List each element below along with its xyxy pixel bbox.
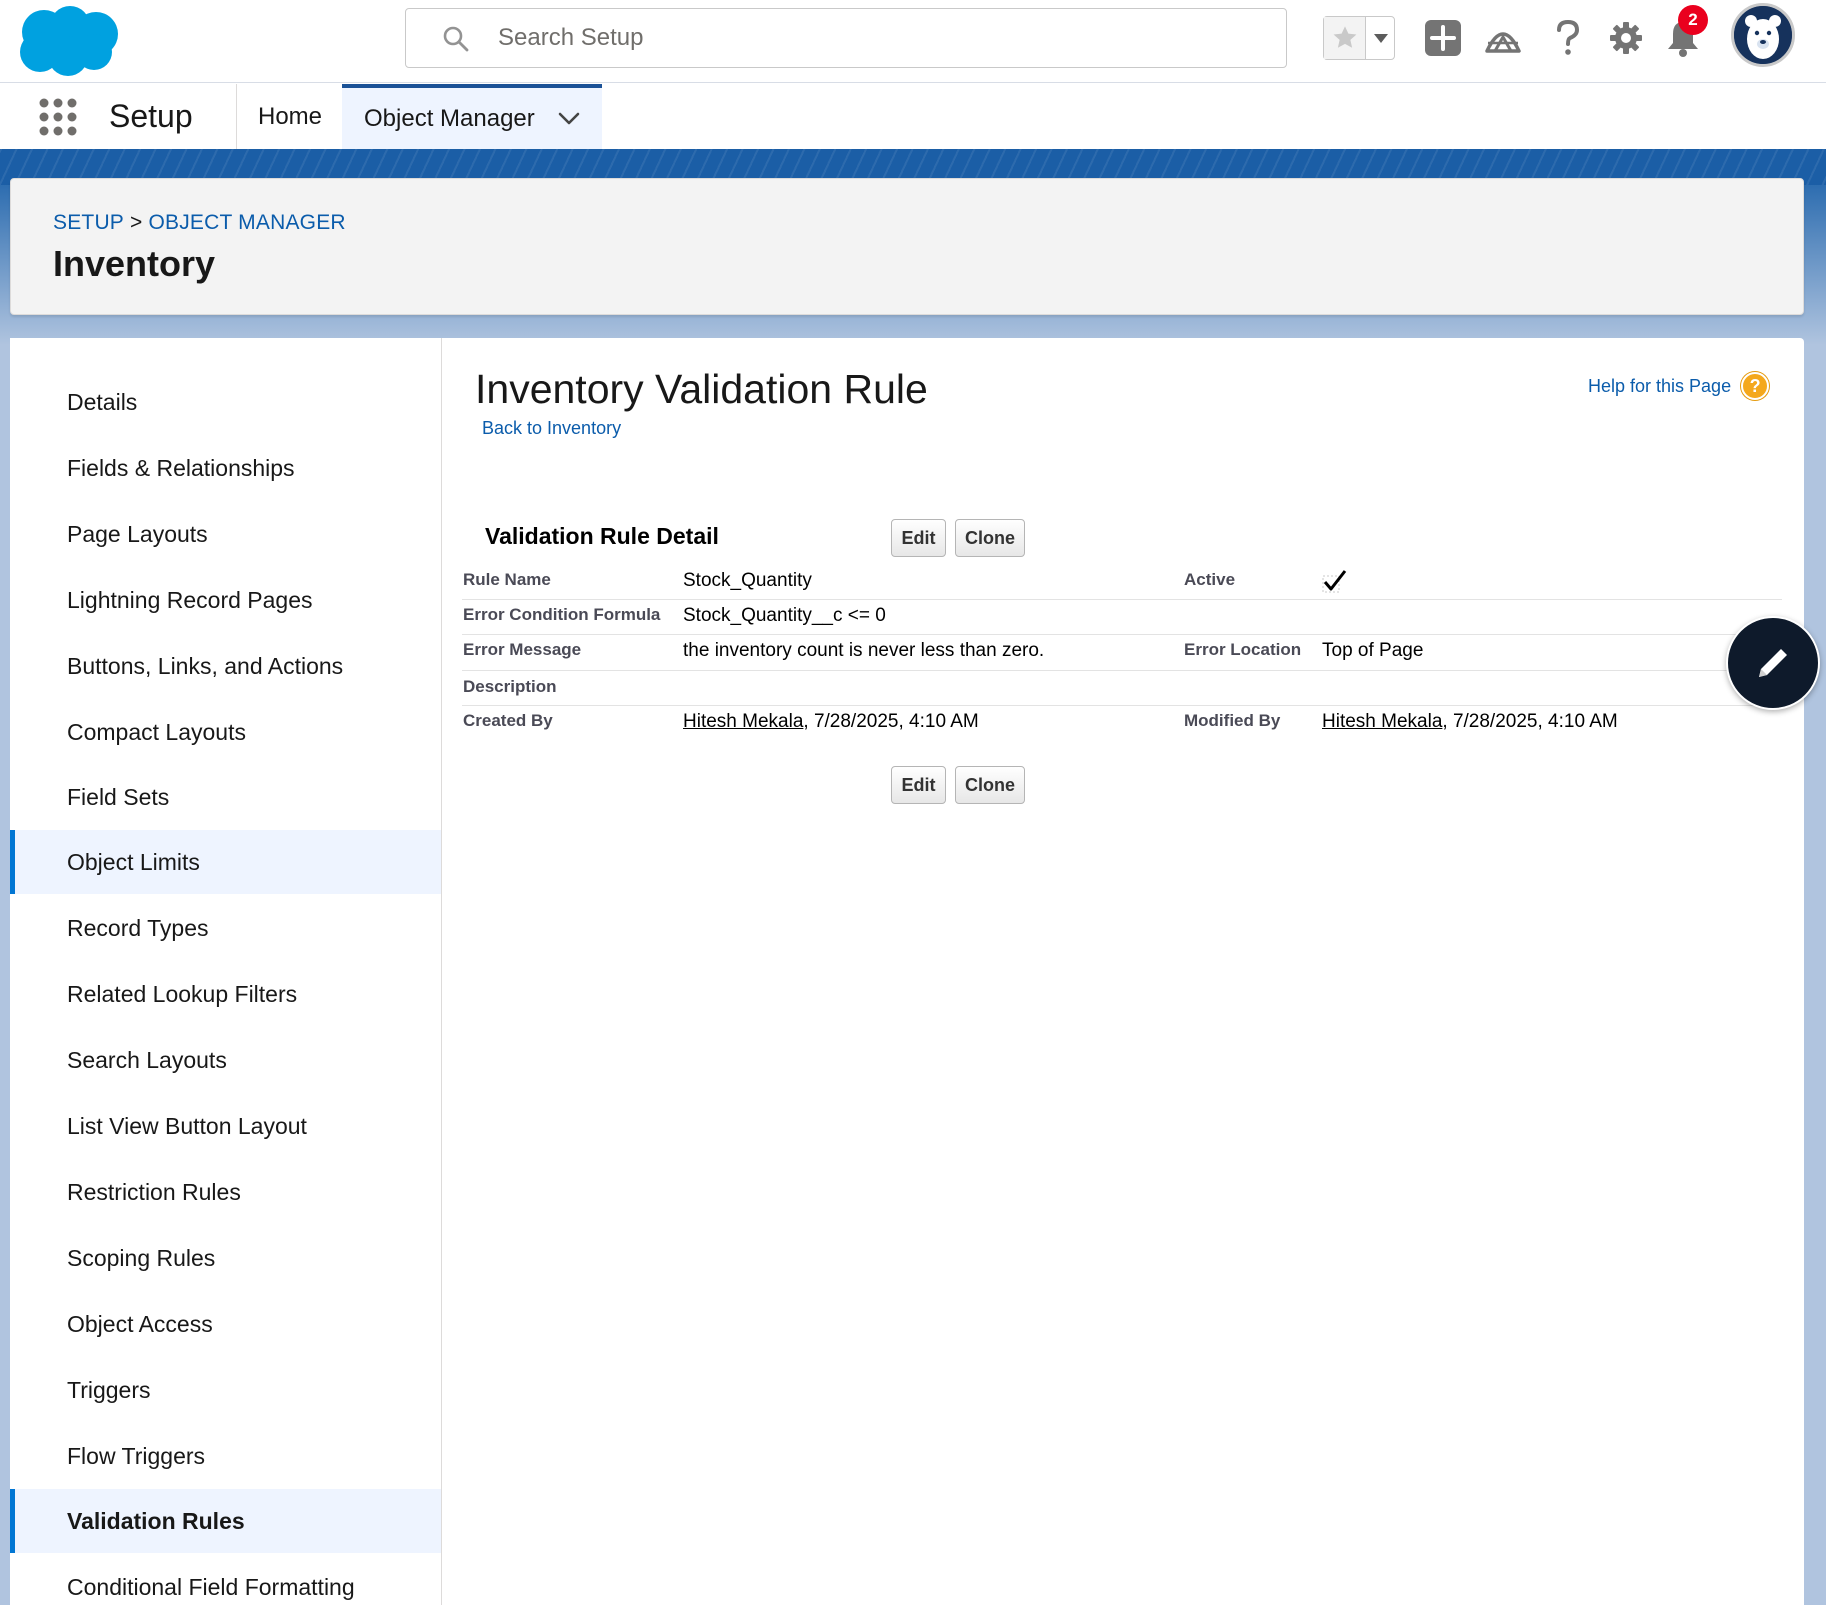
sidebar-item-page-layouts[interactable]: Page Layouts bbox=[10, 502, 441, 566]
add-icon bbox=[1425, 20, 1461, 56]
sidebar-item-triggers[interactable]: Triggers bbox=[10, 1358, 441, 1422]
favorites-group bbox=[1323, 16, 1395, 60]
page-header: SETUP > OBJECT MANAGER Inventory bbox=[10, 178, 1804, 315]
search-icon bbox=[443, 26, 469, 52]
trailhead-icon bbox=[1485, 32, 1521, 53]
user-avatar-icon bbox=[1734, 6, 1792, 64]
checkmark-icon bbox=[1322, 570, 1347, 593]
help-button[interactable] bbox=[1546, 16, 1590, 60]
help-for-page-label: Help for this Page bbox=[1588, 375, 1732, 396]
tab-home-label: Home bbox=[258, 102, 323, 130]
breadcrumb-separator: > bbox=[130, 211, 143, 234]
sidebar-item-list-view-button-layout[interactable]: List View Button Layout bbox=[10, 1094, 441, 1158]
favorites-dropdown-button[interactable] bbox=[1367, 17, 1395, 59]
tab-object-manager-label: Object Manager bbox=[364, 104, 535, 132]
modified-by-date: , 7/28/2025, 4:10 AM bbox=[1442, 711, 1618, 732]
edit-button-bottom[interactable]: Edit bbox=[891, 766, 946, 804]
gear-icon bbox=[1610, 22, 1642, 54]
chevron-down-icon[interactable] bbox=[558, 112, 580, 126]
global-actions-button[interactable] bbox=[1421, 16, 1465, 60]
sidebar-item-search-layouts[interactable]: Search Layouts bbox=[10, 1028, 441, 1092]
star-icon bbox=[1333, 26, 1356, 48]
active-label: Active bbox=[1184, 570, 1236, 589]
created-by-user-link[interactable]: Hitesh Mekala bbox=[683, 711, 803, 732]
sidebar-item-record-types[interactable]: Record Types bbox=[10, 896, 441, 960]
pencil-icon bbox=[1759, 649, 1787, 677]
tab-object-manager[interactable]: Object Manager bbox=[342, 84, 602, 149]
edit-button-top[interactable]: Edit bbox=[891, 519, 946, 557]
sidebar-item-conditional-field-formatting[interactable]: Conditional Field Formatting bbox=[10, 1555, 441, 1605]
detail-row-audit: Created By Hitesh Mekala, 7/28/2025, 4:1… bbox=[462, 706, 1782, 740]
sidebar-item-compact-layouts[interactable]: Compact Layouts bbox=[10, 700, 441, 764]
chevron-down-icon bbox=[1374, 34, 1388, 43]
breadcrumb-setup-link[interactable]: SETUP bbox=[53, 211, 124, 235]
setup-gear-button[interactable] bbox=[1604, 16, 1648, 60]
error-location-label: Error Location bbox=[1184, 640, 1302, 659]
validation-rule-content: Inventory Validation Rule Back to Invent… bbox=[442, 338, 1804, 1605]
section-title: Validation Rule Detail bbox=[485, 523, 719, 549]
search-input[interactable] bbox=[498, 19, 1258, 57]
help-circle-icon: ? bbox=[1741, 372, 1770, 400]
sidebar-item-validation-rules[interactable]: Validation Rules bbox=[10, 1489, 441, 1553]
breadcrumb-object-manager-link[interactable]: OBJECT MANAGER bbox=[148, 211, 345, 235]
search-box[interactable] bbox=[405, 8, 1287, 68]
page-title: Inventory bbox=[53, 243, 216, 284]
avatar[interactable] bbox=[1731, 3, 1795, 67]
global-header: 2 bbox=[0, 0, 1826, 83]
salesforce-cloud-logo[interactable] bbox=[14, 2, 122, 78]
sidebar-item-lightning-record-pages[interactable]: Lightning Record Pages bbox=[10, 568, 441, 632]
created-by-date: , 7/28/2025, 4:10 AM bbox=[803, 711, 979, 732]
detail-row-rule-name: Rule Name Stock_Quantity Active bbox=[462, 564, 1782, 600]
sidebar-item-details[interactable]: Details bbox=[10, 370, 441, 434]
sidebar-item-scoping-rules[interactable]: Scoping Rules bbox=[10, 1226, 441, 1290]
favorite-button[interactable] bbox=[1324, 17, 1366, 59]
sidebar-item-flow-triggers[interactable]: Flow Triggers bbox=[10, 1424, 441, 1488]
modified-by-user-link[interactable]: Hitesh Mekala bbox=[1322, 711, 1442, 732]
tab-home[interactable]: Home bbox=[236, 84, 344, 149]
notification-count-badge: 2 bbox=[1678, 5, 1708, 35]
description-label: Description bbox=[463, 677, 557, 696]
object-sidebar: Details Fields & Relationships Page Layo… bbox=[10, 338, 442, 1605]
formula-value: Stock_Quantity__c <= 0 bbox=[683, 605, 886, 626]
sidebar-item-fields-relationships[interactable]: Fields & Relationships bbox=[10, 436, 441, 500]
app-name: Setup bbox=[109, 98, 193, 134]
app-launcher-icon[interactable] bbox=[38, 97, 78, 137]
sidebar-item-object-access[interactable]: Object Access bbox=[10, 1292, 441, 1356]
modified-by-label: Modified By bbox=[1184, 711, 1281, 730]
main-card: Details Fields & Relationships Page Layo… bbox=[10, 338, 1804, 1605]
sidebar-item-related-lookup-filters[interactable]: Related Lookup Filters bbox=[10, 962, 441, 1026]
detail-row-description: Description bbox=[462, 671, 1782, 706]
rule-name-value: Stock_Quantity bbox=[683, 570, 812, 591]
trailhead-button[interactable] bbox=[1481, 16, 1525, 60]
rule-name-label: Rule Name bbox=[463, 570, 551, 589]
formula-label: Error Condition Formula bbox=[463, 605, 661, 624]
clone-button-top[interactable]: Clone bbox=[955, 519, 1025, 557]
sidebar-item-restriction-rules[interactable]: Restriction Rules bbox=[10, 1160, 441, 1224]
sidebar-item-buttons-links-actions[interactable]: Buttons, Links, and Actions bbox=[10, 634, 441, 698]
created-by-label: Created By bbox=[463, 711, 553, 730]
error-message-label: Error Message bbox=[463, 640, 582, 659]
breadcrumb: SETUP > OBJECT MANAGER bbox=[53, 211, 346, 235]
detail-row-formula: Error Condition Formula Stock_Quantity__… bbox=[462, 600, 1782, 635]
help-icon bbox=[1557, 19, 1580, 55]
floating-edit-button[interactable] bbox=[1726, 616, 1820, 710]
error-location-value: Top of Page bbox=[1322, 640, 1424, 661]
app-navigation-bar: Setup Home Object Manager bbox=[0, 84, 1826, 149]
created-by-value: Hitesh Mekala, 7/28/2025, 4:10 AM bbox=[683, 711, 979, 733]
sidebar-item-object-limits[interactable]: Object Limits bbox=[10, 830, 441, 894]
error-message-value: the inventory count is never less than z… bbox=[683, 640, 1045, 661]
content-title: Inventory Validation Rule bbox=[475, 366, 928, 412]
detail-row-error-message: Error Message the inventory count is nev… bbox=[462, 635, 1782, 671]
help-for-page-link[interactable]: Help for this Page ? bbox=[1588, 372, 1770, 400]
sidebar-item-field-sets[interactable]: Field Sets bbox=[10, 765, 441, 829]
back-to-inventory-link[interactable]: Back to Inventory bbox=[482, 418, 621, 439]
modified-by-value: Hitesh Mekala, 7/28/2025, 4:10 AM bbox=[1322, 711, 1618, 733]
clone-button-bottom[interactable]: Clone bbox=[955, 766, 1025, 804]
